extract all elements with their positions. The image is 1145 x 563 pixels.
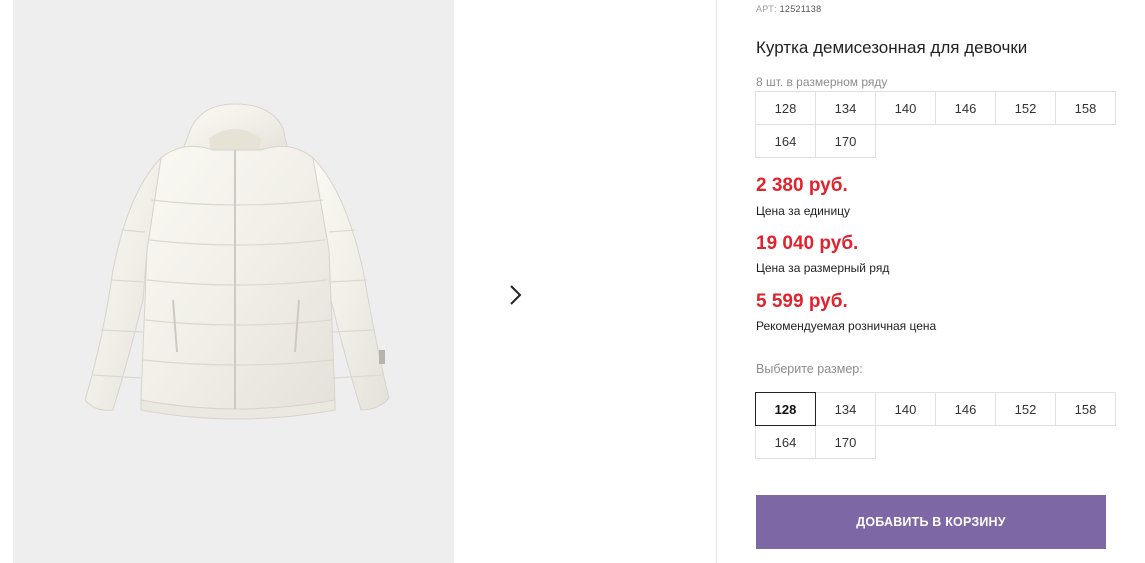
pack-size-cell: 128	[755, 91, 816, 125]
sku-label: АРТ:	[756, 4, 777, 14]
product-title: Куртка демисезонная для девочки	[756, 38, 1028, 57]
size-option-164[interactable]: 164	[755, 425, 816, 459]
pack-sizes-grid: 128 134 140 146 152 158 164 170	[755, 91, 1116, 158]
product-image-gallery	[13, 0, 454, 563]
size-option-152[interactable]: 152	[995, 392, 1056, 426]
size-picker-grid: 128 134 140 146 152 158 164 170	[755, 392, 1116, 459]
size-option-128[interactable]: 128	[755, 392, 816, 426]
retail-price-label: Рекомендуемая розничная цена	[756, 319, 937, 333]
pack-size-cell: 140	[875, 91, 936, 125]
sku-number: 12521138	[779, 4, 822, 14]
next-image-button[interactable]	[488, 268, 542, 322]
column-divider	[716, 0, 717, 563]
pack-note: 8 шт. в размерном ряду	[756, 75, 888, 89]
retail-price: 5 599 руб.	[756, 291, 848, 312]
chevron-right-icon	[510, 285, 522, 305]
size-picker-label: Выберите размер:	[756, 362, 863, 376]
size-option-134[interactable]: 134	[815, 392, 876, 426]
unit-price-label: Цена за единицу	[756, 204, 851, 218]
pack-size-cell: 158	[1055, 91, 1116, 125]
unit-price: 2 380 руб.	[756, 175, 848, 196]
pack-size-cell: 146	[935, 91, 996, 125]
pack-price-label: Цена за размерный ряд	[756, 261, 890, 275]
sku-line: АРТ: 12521138	[756, 4, 821, 14]
add-to-cart-button[interactable]: ДОБАВИТЬ В КОРЗИНУ	[756, 495, 1106, 549]
size-option-146[interactable]: 146	[935, 392, 996, 426]
pack-price: 19 040 руб.	[756, 233, 859, 254]
jacket-image	[84, 103, 390, 420]
pack-size-cell: 134	[815, 91, 876, 125]
pack-size-cell: 164	[755, 124, 816, 158]
pack-size-cell: 152	[995, 91, 1056, 125]
size-option-170[interactable]: 170	[815, 425, 876, 459]
pack-size-cell: 170	[815, 124, 876, 158]
size-option-140[interactable]: 140	[875, 392, 936, 426]
size-option-158[interactable]: 158	[1055, 392, 1116, 426]
